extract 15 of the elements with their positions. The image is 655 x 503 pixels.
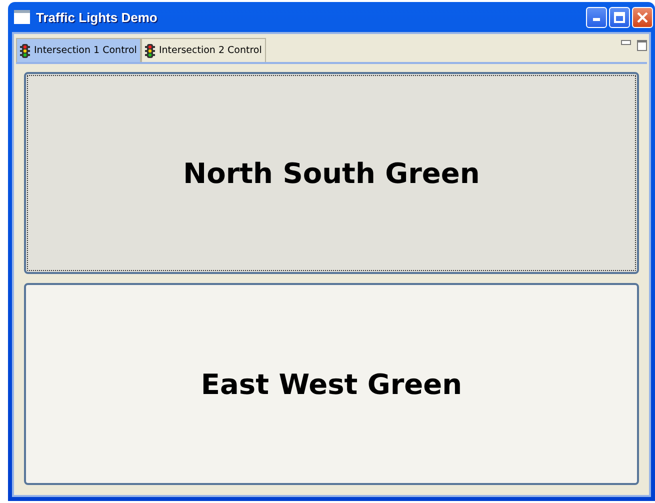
minimize-icon[interactable] <box>621 40 631 46</box>
traffic-light-icon <box>144 44 155 58</box>
light-control-button[interactable]: North South Green <box>24 72 639 274</box>
close-button[interactable] <box>632 6 653 28</box>
minimize-button[interactable] <box>586 6 607 28</box>
window-title: Traffic Lights Demo <box>36 10 158 24</box>
tab[interactable]: Intersection 2 Control <box>140 38 266 62</box>
light-control-button[interactable]: East West Green <box>24 283 639 485</box>
maximize-icon[interactable] <box>637 40 647 51</box>
tab[interactable]: Intersection 1 Control <box>16 38 141 62</box>
traffic-light-icon <box>20 44 30 58</box>
close-icon <box>637 12 648 22</box>
maximize-button[interactable] <box>609 6 630 28</box>
maximize-icon <box>614 12 625 22</box>
window-icon <box>14 9 30 25</box>
